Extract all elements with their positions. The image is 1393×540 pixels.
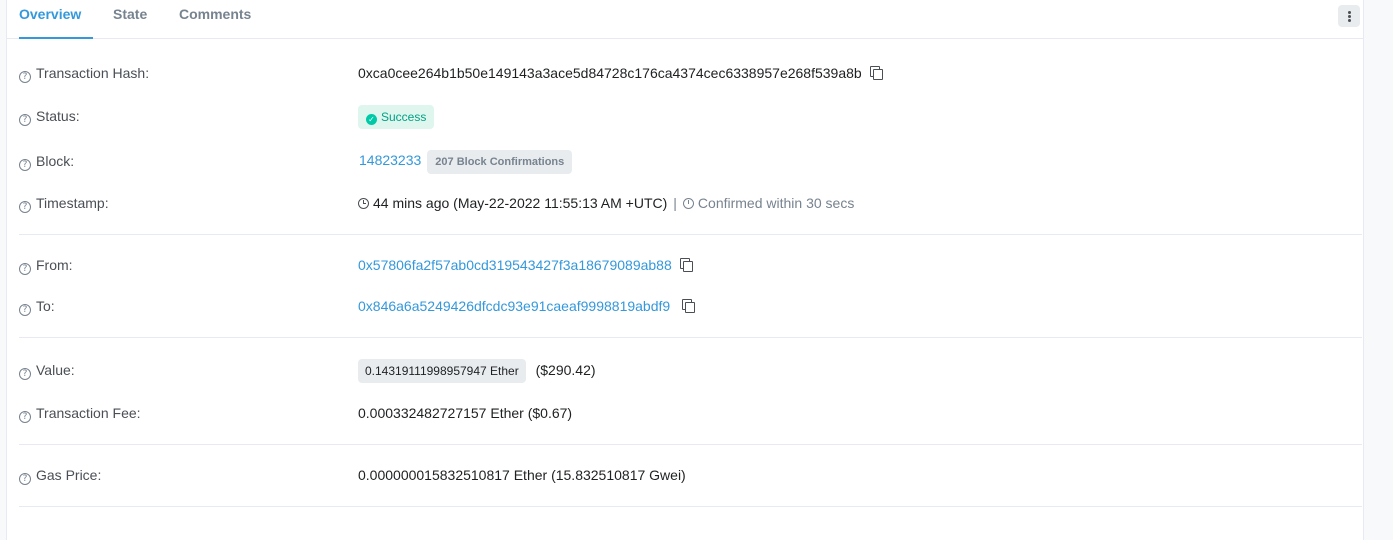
section-divider <box>19 234 1362 235</box>
timestamp-separator: | <box>673 195 677 211</box>
timer-icon <box>682 198 694 209</box>
tab-state[interactable]: State <box>113 0 147 39</box>
copy-icon[interactable] <box>682 299 696 313</box>
question-circle-icon[interactable]: ? <box>19 411 31 423</box>
question-circle-icon[interactable]: ? <box>19 263 31 275</box>
usd-value: ($290.42) <box>535 362 596 378</box>
section-divider <box>19 506 1362 507</box>
section-divider <box>19 337 1362 338</box>
from-address-link[interactable]: 0x57806fa2f57ab0cd319543427f3a18679089ab… <box>358 257 672 273</box>
value-label: Value: <box>36 362 75 378</box>
row-from: ? From: 0x57806fa2f57ab0cd319543427f3a186… <box>7 253 1363 277</box>
from-label: From: <box>36 257 73 273</box>
row-gas-price: ? Gas Price: 0.000000015832510817 Ether (… <box>7 463 1363 487</box>
question-circle-icon[interactable]: ? <box>19 114 31 126</box>
transaction-hash-label: Transaction Hash: <box>36 65 150 81</box>
check-circle-icon: ✓ <box>366 114 377 125</box>
question-circle-icon[interactable]: ? <box>19 71 31 83</box>
block-number-link[interactable]: 14823233 <box>359 152 421 168</box>
timestamp-value: 44 mins ago (May-22-2022 11:55:13 AM +UT… <box>373 195 668 211</box>
block-label: Block: <box>36 153 75 169</box>
row-block: ? Block: 14823233 207 Block Confirmations <box>7 148 1363 174</box>
vertical-dots-icon <box>1348 11 1351 14</box>
question-circle-icon[interactable]: ? <box>19 159 31 171</box>
transaction-fee-value: 0.000332482727157 Ether ($0.67) <box>358 405 573 421</box>
block-confirmations-badge: 207 Block Confirmations <box>427 150 573 174</box>
tab-bar: Overview State Comments <box>7 0 1363 39</box>
section-divider <box>19 444 1362 445</box>
ether-amount-badge: 0.14319111998957947 Ether <box>358 359 526 383</box>
tab-overview[interactable]: Overview <box>19 0 93 39</box>
transaction-hash-value: 0xca0cee264b1b50e149143a3ace5d84728c176c… <box>358 65 862 81</box>
row-value: ? Value: 0.14319111998957947 Ether ($290.… <box>7 358 1363 383</box>
confirmed-within-text: Confirmed within 30 secs <box>697 195 855 211</box>
tab-comments[interactable]: Comments <box>179 0 251 39</box>
more-options-button[interactable] <box>1338 5 1360 27</box>
timestamp-label: Timestamp: <box>36 195 109 211</box>
question-circle-icon[interactable]: ? <box>19 368 31 380</box>
question-circle-icon[interactable]: ? <box>19 304 31 316</box>
transaction-details-card: Overview State Comments ? Transaction Has… <box>6 0 1364 540</box>
transaction-fee-label: Transaction Fee: <box>36 405 141 421</box>
copy-icon[interactable] <box>679 258 693 272</box>
row-status: ? Status: ✓ Success <box>7 104 1363 129</box>
copy-icon[interactable] <box>869 66 883 80</box>
gas-price-label: Gas Price: <box>36 467 102 483</box>
row-transaction-fee: ? Transaction Fee: 0.000332482727157 Ethe… <box>7 401 1363 425</box>
to-address-link[interactable]: 0x846a6a5249426dfcdc93e91caeaf9998819abd… <box>358 298 670 314</box>
status-badge: ✓ Success <box>358 105 435 129</box>
row-transaction-hash: ? Transaction Hash: 0xca0cee264b1b50e1491… <box>7 61 1363 85</box>
to-label: To: <box>36 298 55 314</box>
clock-icon <box>358 198 369 209</box>
row-timestamp: ? Timestamp: 44 mins ago (May-22-2022 11:… <box>7 191 1363 215</box>
row-to: ? To: 0x846a6a5249426dfcdc93e91caeaf99988… <box>7 294 1363 318</box>
gas-price-value: 0.000000015832510817 Ether (15.832510817… <box>358 467 686 483</box>
question-circle-icon[interactable]: ? <box>19 201 31 213</box>
status-label: Status: <box>36 108 80 124</box>
question-circle-icon[interactable]: ? <box>19 473 31 485</box>
status-value: Success <box>381 110 427 124</box>
